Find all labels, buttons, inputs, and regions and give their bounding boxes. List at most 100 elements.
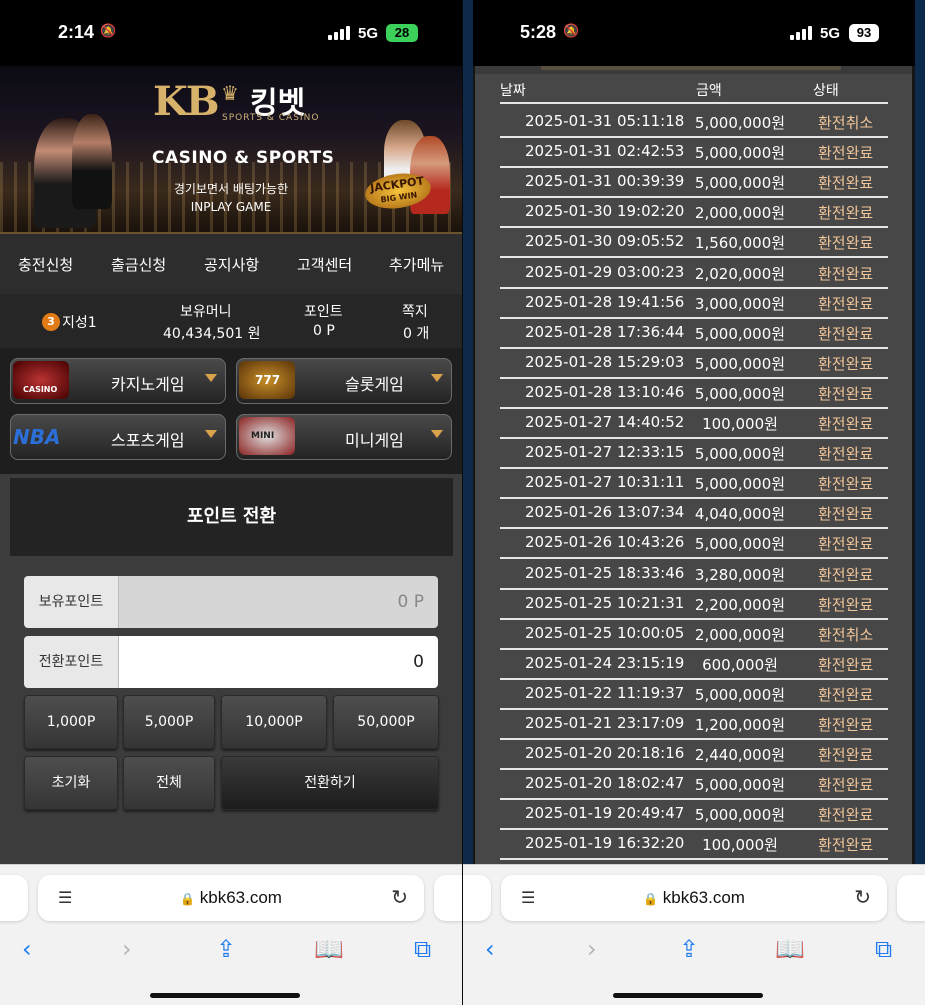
row-date: 2025-01-28 19:41:56: [525, 292, 685, 311]
tabs-icon[interactable]: ⧉: [414, 935, 431, 963]
row-status: 환전취소: [818, 114, 874, 132]
address-bar[interactable]: ☰ 🔒 kbk63.com ↻: [38, 875, 424, 921]
arrow-down-icon: [431, 430, 443, 438]
user-info-bar: 지성1 보유머니 40,434,501 원 포인트 0 P 쪽지 0 개: [0, 294, 462, 349]
address-bar[interactable]: ☰ 🔒 kbk63.com ↻: [501, 875, 887, 921]
table-row: 2025-01-24 23:15:19 600,000원 환전완료: [500, 648, 888, 680]
back-icon[interactable]: ‹: [22, 935, 32, 963]
row-date: 2025-01-27 12:33:15: [525, 443, 685, 462]
all-button[interactable]: 전체: [123, 756, 215, 810]
row-amount: 2,440,000원: [694, 746, 786, 765]
amount-10000-button[interactable]: 10,000P: [221, 695, 327, 749]
next-tab-preview[interactable]: [897, 875, 925, 921]
convert-button[interactable]: 전환하기: [221, 756, 439, 810]
amount-50000-button[interactable]: 50,000P: [333, 695, 439, 749]
sports-game-label: 스포츠게임: [111, 431, 185, 450]
network-label: 5G: [820, 25, 841, 42]
share-icon[interactable]: ⇪: [216, 935, 236, 963]
table-row: 2025-01-22 11:19:37 5,000,000원 환전완료: [500, 678, 888, 710]
bookmarks-icon[interactable]: 📖: [314, 935, 344, 963]
row-amount: 4,040,000원: [694, 505, 786, 524]
row-amount: 5,000,000원: [694, 144, 786, 163]
share-icon[interactable]: ⇪: [679, 935, 699, 963]
row-date: 2025-01-22 11:19:37: [525, 683, 685, 702]
row-date: 2025-01-31 02:42:53: [525, 142, 685, 161]
reload-icon[interactable]: ↻: [391, 885, 408, 909]
arrow-down-icon: [205, 430, 217, 438]
slot-game-label: 슬롯게임: [345, 375, 404, 394]
forward-icon[interactable]: ›: [122, 935, 132, 963]
table-row: 2025-01-28 17:36:44 5,000,000원 환전완료: [500, 317, 888, 349]
nav-support[interactable]: 고객센터: [297, 254, 352, 275]
next-tab-preview[interactable]: [434, 875, 462, 921]
table-row: 2025-01-29 03:00:23 2,020,000원 환전완료: [500, 257, 888, 289]
back-icon[interactable]: ‹: [485, 935, 495, 963]
page-edge-left: [463, 0, 473, 1005]
row-status: 환전완료: [818, 655, 874, 674]
prev-tab-preview[interactable]: [0, 875, 28, 921]
table-row: 2025-01-26 10:43:26 5,000,000원 환전완료: [500, 527, 888, 560]
row-amount: 5,000,000원: [694, 445, 786, 464]
main-nav: 충전신청 출금신청 공지사항 고객센터 추가메뉴: [0, 232, 462, 298]
nav-notice[interactable]: 공지사항: [204, 254, 259, 275]
slot-game-button[interactable]: 777 슬롯게임: [236, 358, 452, 404]
amount-1000-button[interactable]: 1,000P: [24, 695, 118, 749]
row-date: 2025-01-20 20:18:16: [525, 744, 685, 763]
address-text: 🔒 kbk63.com: [38, 888, 424, 908]
status-time: 5:28: [520, 22, 557, 42]
row-amount: 5,000,000원: [694, 324, 786, 343]
table-row: 2025-01-20 20:18:16 2,440,000원 환전완료: [500, 738, 888, 771]
home-indicator: [613, 993, 763, 998]
battery-icon: 28: [386, 24, 418, 42]
url-text: kbk63.com: [199, 888, 282, 907]
row-amount: 3,280,000원: [694, 565, 786, 584]
row-date: 2025-01-27 14:40:52: [525, 413, 685, 431]
promo-banner[interactable]: KB ♛ 킹벳 SPORTS & CASINO CASINO & SPORTS …: [0, 66, 462, 232]
row-status: 환전완료: [818, 685, 874, 704]
casino-game-button[interactable]: CASINO 카지노게임: [10, 358, 226, 404]
forward-icon[interactable]: ›: [587, 935, 597, 963]
address-text: 🔒 kbk63.com: [501, 888, 887, 908]
table-row: 2025-01-31 05:11:18 5,000,000원 환전취소: [500, 106, 888, 138]
bookmarks-icon[interactable]: 📖: [775, 935, 805, 963]
table-row: 2025-01-25 10:00:05 2,000,000원 환전취소: [500, 618, 888, 650]
reload-icon[interactable]: ↻: [854, 885, 871, 909]
user-name: 지성1: [62, 315, 97, 331]
home-indicator: [150, 993, 300, 998]
reset-button[interactable]: 초기화: [24, 756, 118, 810]
crown-icon: ♛: [221, 81, 239, 105]
row-status: 환전완료: [818, 204, 874, 223]
mini-game-button[interactable]: MINI 미니게임: [236, 414, 452, 460]
table-row: 2025-01-31 02:42:53 5,000,000원 환전완료: [500, 136, 888, 169]
row-date: 2025-01-31 00:39:39: [525, 172, 685, 191]
safari-toolbar: ☰ 🔒 kbk63.com ↻ ‹ › ⇪ 📖 ⧉: [0, 864, 462, 1005]
row-date: 2025-01-29 03:00:23: [525, 262, 685, 281]
tabs-icon[interactable]: ⧉: [875, 935, 892, 963]
mini-game-label: 미니게임: [345, 431, 404, 450]
message-value[interactable]: 0 개: [403, 323, 429, 343]
mini-game-icon-label: MINI: [251, 431, 275, 441]
nav-withdraw[interactable]: 출금신청: [111, 254, 166, 275]
row-amount: 5,000,000원: [694, 776, 786, 795]
amount-5000-button[interactable]: 5,000P: [123, 695, 215, 749]
convert-point-field[interactable]: 전환포인트 0: [24, 636, 438, 688]
row-date: 2025-01-25 10:21:31: [525, 593, 685, 612]
convert-point-input[interactable]: 0: [119, 636, 438, 688]
nav-deposit[interactable]: 충전신청: [18, 254, 73, 275]
arrow-down-icon: [431, 374, 443, 382]
nba-icon-label: NBA: [13, 425, 61, 449]
right-phone-screen: 5:28 🔕 5G 93 날짜 금액 상태 2025-01-31 05:11:1…: [463, 0, 925, 1005]
point-label: 포인트: [304, 304, 343, 320]
row-amount: 100,000원: [702, 836, 778, 855]
row-amount: 5,000,000원: [694, 174, 786, 193]
table-row: 2025-01-25 10:21:31 2,200,000원 환전완료: [500, 588, 888, 620]
nav-more[interactable]: 추가메뉴: [389, 254, 444, 275]
row-status: 환전완료: [818, 445, 874, 464]
arrow-down-icon: [205, 374, 217, 382]
bell-slash-icon: 🔕: [563, 24, 580, 39]
url-text: kbk63.com: [662, 888, 745, 907]
sports-game-button[interactable]: NBA 스포츠게임: [10, 414, 226, 460]
message-label[interactable]: 쪽지: [402, 301, 428, 321]
prev-tab-preview[interactable]: [463, 875, 491, 921]
left-phone-screen: 2:14 🔕 5G 28 KB ♛ 킹벳 SPORTS & CASINO CAS…: [0, 0, 462, 1005]
